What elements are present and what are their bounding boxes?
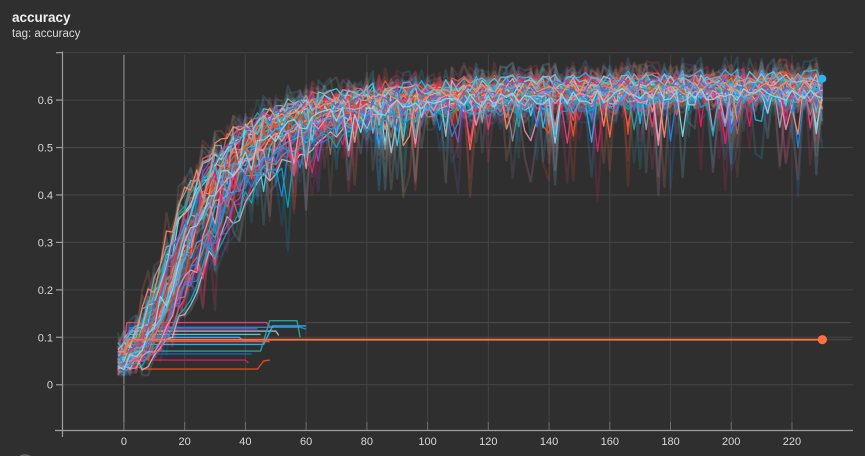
y-tick-label: 0.1 [38,332,53,344]
chart-header: accuracy tag: accuracy [12,10,80,40]
x-axis: 0 20 40 60 80 100 120 140 160 180 200 220 [121,422,801,448]
x-tick-label: 40 [239,436,251,448]
x-tick-label: 220 [783,436,801,448]
y-tick-label: 0.6 [38,95,53,107]
y-axis: 0 0.1 0.2 0.3 0.4 0.5 0.6 [38,95,62,392]
x-tick-label: 80 [361,436,373,448]
x-tick-label: 200 [722,436,740,448]
chart-title: accuracy [12,10,80,26]
run-end-dot[interactable] [818,75,826,83]
y-tick-label: 0.4 [38,190,53,202]
y-tick-label: 0.3 [38,237,53,249]
x-tick-label: 100 [418,436,436,448]
x-tick-label: 20 [179,436,191,448]
run-lines [118,57,851,375]
y-tick-label: 0.2 [38,285,53,297]
y-tick-label: 0.5 [38,143,53,155]
x-tick-label: 120 [479,436,497,448]
accuracy-line-chart[interactable]: 0 0.1 0.2 0.3 0.4 0.5 0.6 0 20 40 60 80 100 120 140 160… [0,0,865,456]
x-tick-label: 160 [601,436,619,448]
chart-subtitle: tag: accuracy [12,28,80,40]
y-tick-label: 0 [47,380,53,392]
x-tick-label: 60 [300,436,312,448]
x-tick-label: 180 [661,436,679,448]
run-end-dot[interactable] [818,335,827,344]
x-tick-label: 0 [121,436,127,448]
x-tick-label: 140 [540,436,558,448]
